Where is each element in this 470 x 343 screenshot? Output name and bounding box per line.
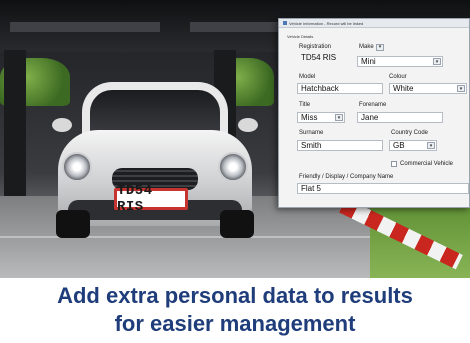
license-plate: TD54 RIS (114, 183, 188, 215)
title-select[interactable]: Miss ▾ (297, 112, 345, 123)
vehicle-details-form: Vehicle Details Registration TD54 RIS Ma… (279, 28, 469, 208)
ceiling-beam (10, 22, 160, 32)
surname-label: Surname (299, 130, 324, 136)
forename-field[interactable]: Jane (357, 112, 443, 123)
make-label: Make (359, 44, 374, 50)
vehicle-information-window: Vehicle Information - Record will be lin… (278, 18, 470, 208)
garage-pillar (4, 50, 26, 200)
chevron-down-icon: ▾ (457, 85, 465, 92)
make-select[interactable]: Mini ▾ (357, 56, 443, 67)
window-titlebar[interactable]: Vehicle Information - Record will be lin… (279, 19, 469, 28)
commercial-vehicle-checkbox[interactable] (391, 161, 397, 167)
model-field[interactable]: Hatchback (297, 83, 383, 94)
registration-field[interactable]: TD54 RIS (297, 52, 357, 63)
headlight-left (62, 152, 92, 182)
vehicle-details-group-label: Vehicle Details (287, 34, 314, 39)
chevron-down-icon: ▾ (427, 142, 435, 149)
colour-label: Colour (389, 74, 407, 80)
country-code-label: Country Code (391, 130, 429, 136)
app-icon (283, 21, 287, 25)
make-lookup-button[interactable]: ▾ (376, 44, 384, 51)
commercial-vehicle-label: Commercial Vehicle (400, 161, 454, 167)
colour-select[interactable]: White ▾ (389, 83, 467, 94)
wheel-right (220, 210, 254, 238)
caption-line-2: for easier management (114, 311, 356, 336)
country-code-value: GB (393, 141, 405, 150)
chevron-down-icon: ▾ (433, 58, 441, 65)
side-mirror-left (52, 118, 72, 132)
side-mirror-right (238, 118, 258, 132)
make-value: Mini (361, 57, 376, 66)
white-mini-car: TD54 RIS (50, 82, 260, 242)
window-title: Vehicle Information - Record will be lin… (289, 20, 364, 26)
chevron-down-icon: ▾ (335, 114, 343, 121)
friendly-name-field[interactable]: Flat 5 (297, 183, 469, 194)
surname-field[interactable]: Smith (297, 140, 383, 151)
promo-caption: Add extra personal data to results for e… (0, 278, 470, 343)
headlight-right (218, 152, 248, 182)
friendly-name-label: Friendly / Display / Company Name (299, 174, 394, 180)
model-label: Model (299, 74, 316, 80)
registration-label: Registration (299, 44, 332, 50)
wheel-left (56, 210, 90, 238)
caption-line-1: Add extra personal data to results (57, 283, 413, 308)
country-code-select[interactable]: GB ▾ (389, 140, 437, 151)
title-value: Miss (301, 113, 318, 122)
forename-label: Forename (359, 102, 387, 108)
colour-value: White (393, 84, 414, 93)
title-label: Title (299, 102, 311, 108)
